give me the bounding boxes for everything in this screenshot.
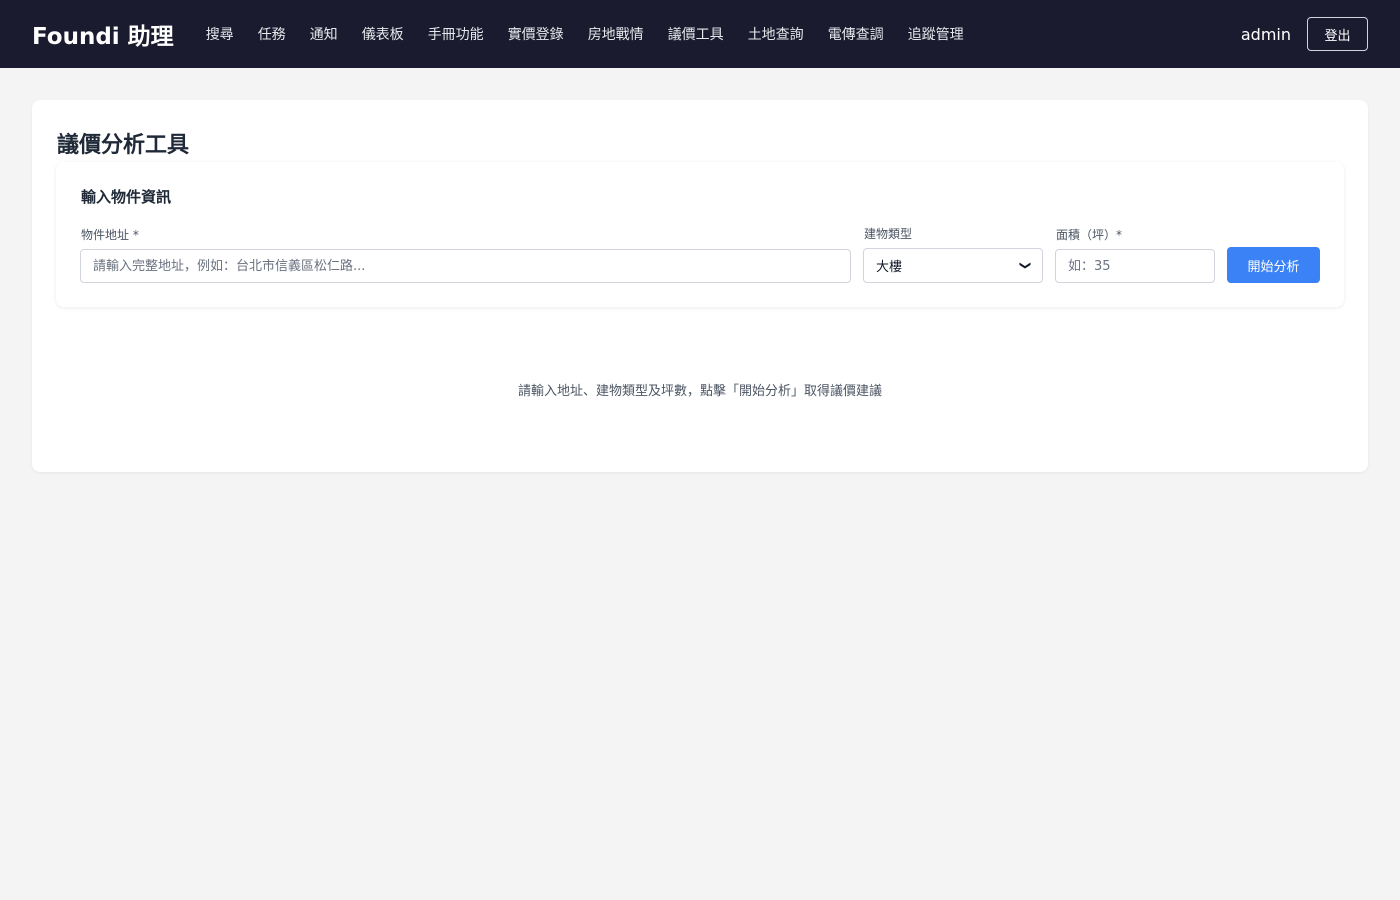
- nav-link-dashboard[interactable]: 儀表板: [350, 24, 416, 44]
- nav-links: 搜尋 任務 通知 儀表板 手冊功能 實價登錄 房地戰情 議價工具 土地查詢 電傳…: [194, 24, 976, 44]
- nav-user-area: admin 登出: [1241, 17, 1368, 51]
- top-navbar: Foundi 助理 搜尋 任務 通知 儀表板 手冊功能 實價登錄 房地戰情 議價…: [0, 0, 1400, 68]
- area-label: 面積（坪）*: [1056, 228, 1123, 242]
- property-form: 輸入物件資訊 物件地址 * 建物類型 大樓 ❯ 面積（坪）* 開始分析: [56, 162, 1344, 307]
- nav-link-tasks[interactable]: 任務: [246, 24, 298, 44]
- nav-link-land-query[interactable]: 土地查詢: [736, 24, 816, 44]
- area-input[interactable]: [1055, 249, 1215, 283]
- nav-link-tracking[interactable]: 追蹤管理: [896, 24, 976, 44]
- nav-link-search[interactable]: 搜尋: [194, 24, 246, 44]
- address-input[interactable]: [80, 249, 851, 283]
- username: admin: [1240, 24, 1291, 44]
- nav-link-price-registry[interactable]: 實價登錄: [496, 24, 576, 44]
- nav-link-market-intel[interactable]: 房地戰情: [576, 24, 656, 44]
- nav-link-notifications[interactable]: 通知: [298, 24, 350, 44]
- building-type-value: 大樓: [876, 260, 903, 275]
- brand-logo[interactable]: Foundi 助理: [32, 17, 174, 51]
- main-card: 議價分析工具 輸入物件資訊 物件地址 * 建物類型 大樓 ❯ 面積（坪）* 開始…: [32, 100, 1368, 472]
- chevron-down-icon: ❯: [1018, 260, 1032, 271]
- nav-link-telex-query[interactable]: 電傳查調: [816, 24, 896, 44]
- page-title: 議價分析工具: [57, 133, 190, 158]
- building-type-select[interactable]: 大樓 ❯: [863, 248, 1043, 283]
- nav-link-manual[interactable]: 手冊功能: [416, 24, 496, 44]
- nav-link-negotiation-tool[interactable]: 議價工具: [656, 24, 736, 44]
- address-label: 物件地址 *: [81, 228, 139, 242]
- form-title: 輸入物件資訊: [81, 188, 172, 206]
- logout-button[interactable]: 登出: [1307, 17, 1368, 51]
- empty-state-hint: 請輸入地址、建物類型及坪數，點擊「開始分析」取得議價建議: [517, 384, 882, 399]
- building-type-label: 建物類型: [864, 227, 913, 241]
- start-analysis-button[interactable]: 開始分析: [1227, 247, 1320, 283]
